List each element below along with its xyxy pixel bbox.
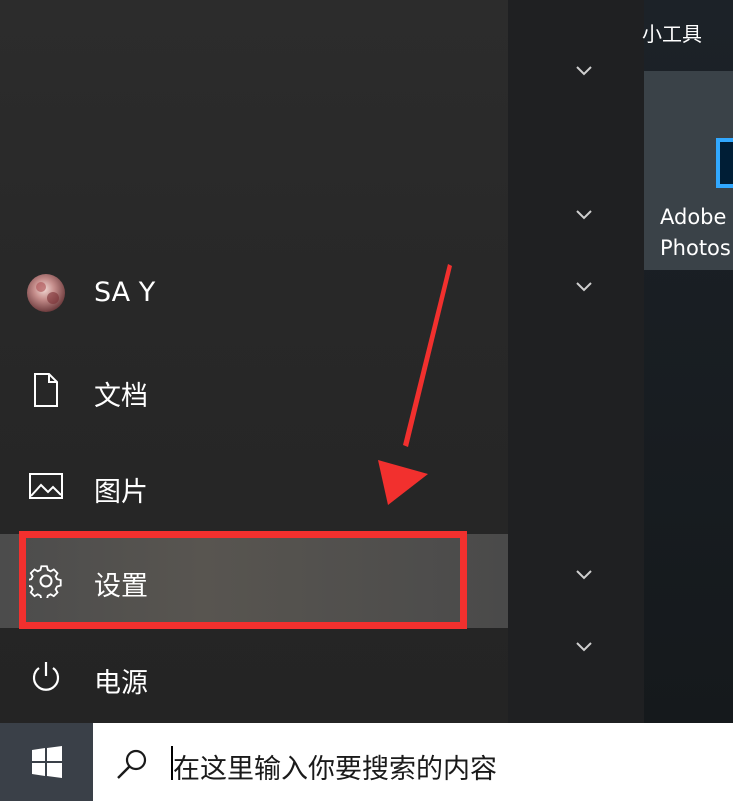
search-placeholder: 在这里输入你要搜索的内容 [173, 754, 497, 785]
highlight-annotation-box [19, 531, 467, 629]
search-icon [115, 746, 151, 786]
chevron-down-icon[interactable] [574, 207, 594, 221]
start-button[interactable] [0, 723, 93, 801]
tile-photoshop-label: Adobe Photos [660, 205, 731, 260]
nav-documents-label: 文档 [94, 381, 148, 412]
chevron-down-icon[interactable] [574, 639, 594, 653]
nav-power-label: 电源 [94, 668, 148, 699]
app-list-column[interactable] [508, 0, 644, 723]
chevron-down-icon[interactable] [574, 63, 594, 77]
windows-logo-icon [31, 746, 62, 778]
photoshop-logo-icon [716, 138, 733, 188]
nav-power[interactable]: 电源 [0, 630, 508, 724]
chevron-down-icon[interactable] [574, 279, 594, 293]
picture-icon [26, 466, 66, 506]
chevron-down-icon[interactable] [574, 567, 594, 581]
tile-group-title[interactable]: 小工具 [642, 18, 702, 47]
power-icon [26, 657, 66, 697]
nav-user-label: SA Y [94, 277, 156, 308]
document-icon [26, 370, 66, 410]
nav-pictures-label: 图片 [94, 477, 148, 508]
arrow-annotation-icon [360, 262, 460, 516]
avatar [26, 273, 66, 313]
